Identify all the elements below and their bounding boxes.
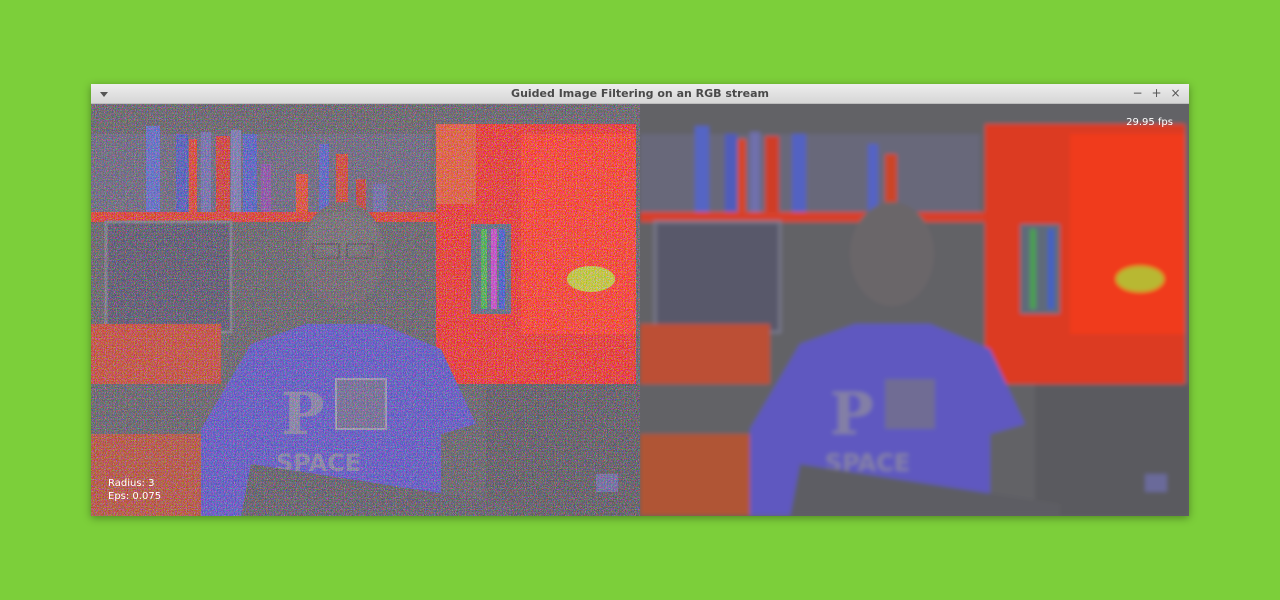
window-title: Guided Image Filtering on an RGB stream — [511, 87, 769, 100]
eps-label: Eps: 0.075 — [108, 491, 162, 502]
title-bar[interactable]: Guided Image Filtering on an RGB stream … — [91, 84, 1189, 104]
app-window: Guided Image Filtering on an RGB stream … — [91, 84, 1189, 516]
input-frame-image: P SPACE — [91, 104, 640, 516]
svg-text:P: P — [281, 380, 325, 448]
video-area: P SPACE Radius: 3 Eps: 0.075 P SPACE 29.… — [91, 104, 1189, 516]
fps-counter: 29.95 fps — [1126, 117, 1173, 128]
input-frame: P SPACE Radius: 3 Eps: 0.075 — [91, 104, 640, 516]
maximize-button[interactable]: + — [1149, 86, 1164, 101]
radius-label: Radius: 3 — [108, 478, 155, 489]
filtered-frame-image: P SPACE — [640, 104, 1189, 516]
close-button[interactable]: × — [1168, 86, 1183, 101]
minimize-button[interactable]: − — [1130, 86, 1145, 101]
filtered-frame: P SPACE 29.95 fps — [640, 104, 1189, 516]
window-controls: − + × — [1130, 86, 1183, 101]
svg-text:P: P — [830, 380, 874, 448]
filter-params: Radius: 3 Eps: 0.075 — [108, 477, 161, 503]
